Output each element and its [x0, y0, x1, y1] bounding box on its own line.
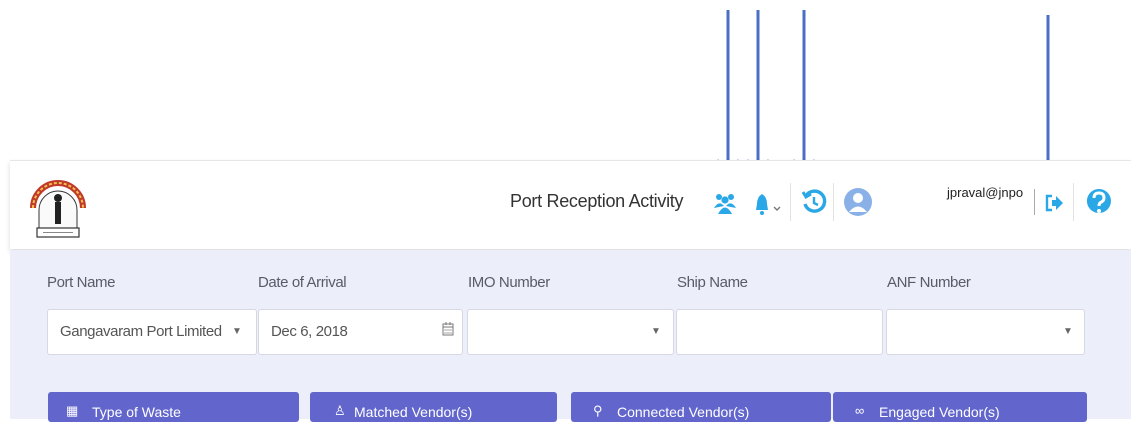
imo-number-select[interactable]: ▼ — [467, 309, 674, 355]
avatar-icon[interactable] — [843, 187, 873, 222]
tab-type-of-waste[interactable]: ▦ Type of Waste — [48, 392, 299, 422]
user-name: jpraval@jnpo — [947, 185, 1024, 200]
header-separator — [1034, 189, 1035, 215]
date-of-arrival-field[interactable]: Dec 6, 2018 — [258, 309, 463, 355]
ship-name-input[interactable] — [676, 309, 883, 355]
ship-name-label: Ship Name — [677, 274, 748, 291]
history-icon[interactable] — [801, 189, 827, 220]
chevron-down-icon: ▼ — [651, 326, 661, 337]
port-logo — [25, 166, 91, 242]
tab-matched-vendors[interactable]: ♙ Matched Vendor(s) — [310, 392, 557, 422]
tab-label: Engaged Vendor(s) — [879, 404, 1000, 420]
app-header: Port Reception Activity jpraval@jnpo — [10, 160, 1131, 249]
tab-label: Connected Vendor(s) — [617, 404, 750, 420]
port-name-value: Gangavaram Port Limited — [60, 323, 222, 340]
anf-number-select[interactable]: ▼ — [886, 309, 1085, 355]
grid-icon: ▦ — [66, 403, 79, 418]
imo-number-label: IMO Number — [468, 274, 550, 291]
link-icon: ⚲ — [593, 403, 603, 418]
tab-engaged-vendors[interactable]: ∞ Engaged Vendor(s) — [833, 392, 1087, 422]
tab-connected-vendors[interactable]: ⚲ Connected Vendor(s) — [571, 392, 831, 422]
bell-dropdown[interactable] — [754, 192, 784, 221]
date-of-arrival-label: Date of Arrival — [258, 274, 347, 291]
port-name-select[interactable]: Gangavaram Port Limited ▼ — [47, 309, 257, 355]
page-title: Port Reception Activity — [510, 191, 684, 211]
bell-icon — [756, 194, 781, 215]
header-separator — [1073, 183, 1074, 221]
chevron-down-icon: ▼ — [1063, 326, 1073, 337]
chevron-down-icon: ▼ — [232, 326, 242, 337]
user-icon: ♙ — [334, 403, 346, 418]
anf-number-label: ANF Number — [887, 274, 971, 291]
logout-icon[interactable] — [1044, 194, 1064, 217]
date-of-arrival-value: Dec 6, 2018 — [271, 323, 348, 340]
port-name-label: Port Name — [47, 274, 116, 291]
search-panel: Port Name Date of Arrival IMO Number Shi… — [10, 250, 1131, 422]
calendar-icon[interactable] — [442, 322, 454, 341]
header-separator — [833, 183, 834, 221]
tab-label: Type of Waste — [92, 404, 181, 420]
help-icon[interactable] — [1085, 187, 1113, 224]
tab-label: Matched Vendor(s) — [354, 404, 473, 420]
header-separator — [790, 183, 791, 221]
users-icon[interactable] — [713, 191, 737, 220]
handshake-icon: ∞ — [855, 403, 865, 418]
